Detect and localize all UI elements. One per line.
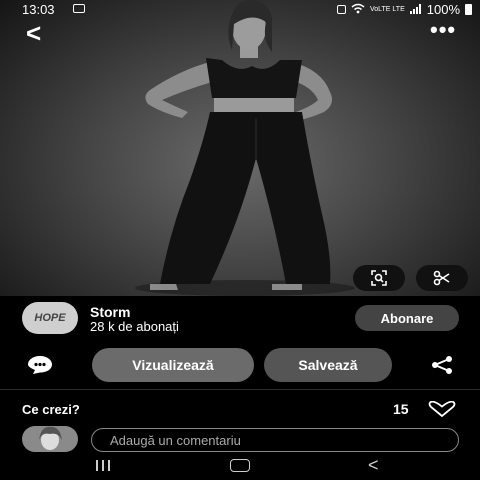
status-time: 13:03 xyxy=(22,2,55,17)
comment-input[interactable] xyxy=(91,428,459,452)
pin-image[interactable] xyxy=(0,0,480,296)
lens-icon xyxy=(371,270,387,286)
network-label: VoLTE LTE xyxy=(369,6,405,13)
share-icon[interactable] xyxy=(430,355,454,380)
signal-icon xyxy=(409,2,422,17)
home-button[interactable] xyxy=(230,459,250,472)
battery-percent: 100% xyxy=(426,2,460,17)
author-subscribers: 28 k de abonați xyxy=(90,319,179,334)
lock-icon xyxy=(336,5,346,14)
visual-search-button[interactable] xyxy=(353,265,405,291)
system-back-icon[interactable]: < xyxy=(368,455,379,476)
status-bar: 13:03 VoLTE LTE 100% xyxy=(0,0,480,20)
more-options-icon[interactable]: ••• xyxy=(430,19,456,41)
gallery-icon xyxy=(73,4,85,13)
follow-button[interactable]: Abonare xyxy=(355,305,459,331)
recent-apps-button[interactable] xyxy=(96,460,110,471)
author-name[interactable]: Storm xyxy=(90,304,130,320)
model-photo xyxy=(135,0,355,296)
user-avatar[interactable] xyxy=(22,426,78,452)
divider xyxy=(0,389,480,390)
author-avatar[interactable]: HOPE xyxy=(22,302,78,334)
back-icon[interactable]: < xyxy=(26,20,41,46)
comments-prompt: Ce crezi? xyxy=(22,402,80,417)
avatar-label: HOPE xyxy=(34,312,66,324)
scissors-icon xyxy=(433,270,450,286)
status-right: VoLTE LTE 100% xyxy=(336,2,472,17)
cutout-button[interactable] xyxy=(416,265,468,291)
comment-icon[interactable] xyxy=(27,355,53,380)
view-button[interactable]: Vizualizează xyxy=(92,348,254,382)
battery-icon xyxy=(465,4,472,15)
wifi-icon xyxy=(351,2,365,17)
save-button[interactable]: Salvează xyxy=(264,348,392,382)
reaction-count: 15 xyxy=(393,401,409,417)
heart-icon[interactable] xyxy=(428,400,456,422)
